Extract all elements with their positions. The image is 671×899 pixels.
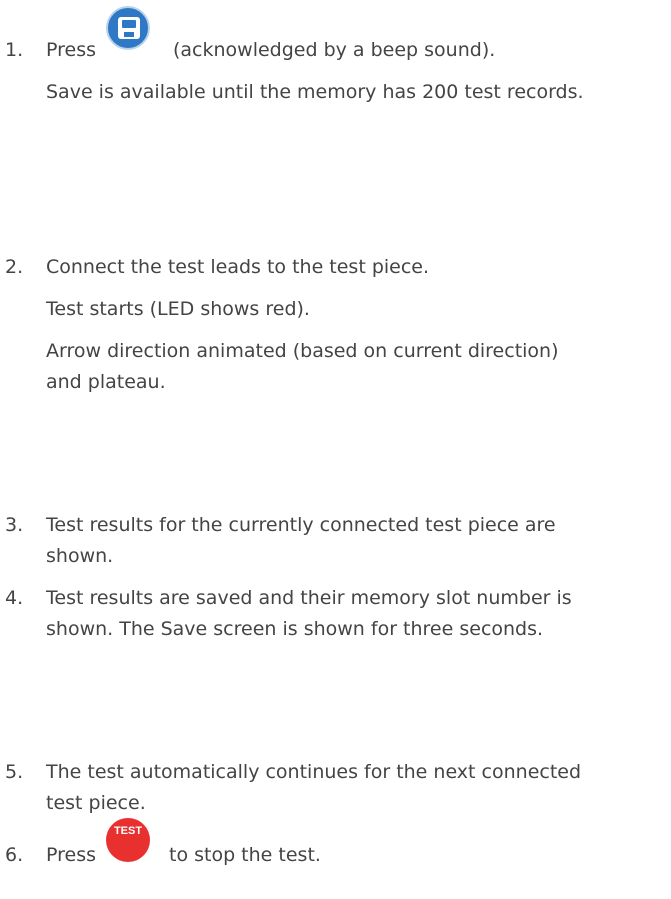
step-1-line-1: Save is available until the memory has 2… bbox=[46, 81, 584, 103]
step-2-line-2: Test starts (LED shows red). bbox=[46, 298, 310, 320]
test-button-label: TEST bbox=[113, 825, 143, 837]
step-4-number: 4. bbox=[5, 587, 24, 609]
step-2-number: 2. bbox=[5, 256, 24, 278]
step-5-line-2: test piece. bbox=[46, 792, 146, 814]
step-2-line-3: Arrow direction animated (based on curre… bbox=[46, 340, 559, 362]
step-1-number: 1. bbox=[5, 39, 24, 61]
step-4-line-2: shown. The Save screen is shown for thre… bbox=[46, 618, 544, 640]
step-2-line-1: Connect the test leads to the test piece… bbox=[46, 256, 430, 278]
step-5-line-1: The test automatically continues for the… bbox=[46, 761, 582, 783]
step-3-line-2: shown. bbox=[46, 545, 114, 567]
step-6-number: 6. bbox=[5, 844, 24, 866]
step-3-line-1: Test results for the currently connected… bbox=[46, 514, 556, 536]
step-4-line-1: Test results are saved and their memory … bbox=[46, 587, 572, 609]
save-icon bbox=[106, 6, 150, 50]
step-1-press-text: Press bbox=[46, 39, 97, 61]
test-button-icon: TEST bbox=[106, 818, 150, 862]
step-6-after-text: to stop the test. bbox=[169, 844, 321, 866]
step-3-number: 3. bbox=[5, 514, 24, 536]
step-2-line-4: and plateau. bbox=[46, 371, 166, 393]
step-5-number: 5. bbox=[5, 761, 24, 783]
step-1-after-text: (acknowledged by a beep sound). bbox=[173, 39, 496, 61]
step-6-press-text: Press bbox=[46, 844, 97, 866]
